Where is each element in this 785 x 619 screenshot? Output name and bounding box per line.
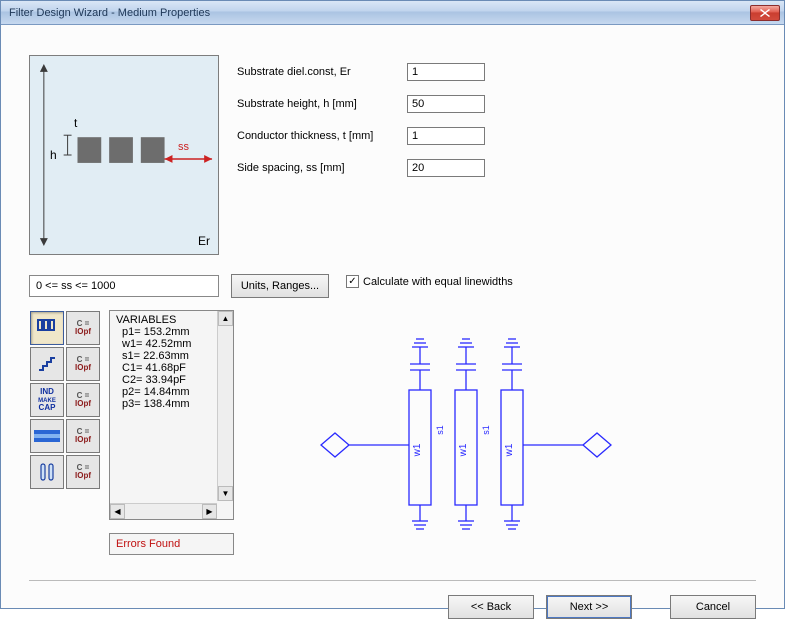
back-button[interactable]: << Back — [448, 595, 534, 619]
schematic-s1-2: s1 — [481, 425, 491, 435]
schematic-w1-2: w1 — [458, 443, 469, 457]
range-text: 0 <= ss <= 1000 — [36, 280, 116, 292]
row-t: Conductor thickness, t [mm] — [237, 125, 485, 147]
diagram-svg — [30, 56, 218, 254]
tool-indcap-icon[interactable]: INDMAKECAP — [30, 383, 64, 417]
label-er: Substrate diel.const, Er — [237, 66, 407, 78]
tool-cap-1-icon[interactable]: C =IOpf — [66, 311, 100, 345]
schematic-s1-1: s1 — [435, 425, 445, 435]
diagram-h-label: h — [50, 148, 57, 162]
cross-section-diagram: t h ss Er — [29, 55, 219, 255]
wizard-window: Filter Design Wizard - Medium Properties — [0, 0, 785, 609]
variables-title: VARIABLES — [116, 314, 227, 326]
variables-scrollbar-h[interactable]: ◀ ▶ — [110, 503, 217, 519]
content-area: t h ss Er Substrate diel.const, Er Subst… — [1, 25, 784, 608]
titlebar: Filter Design Wizard - Medium Properties — [1, 1, 784, 25]
footer-separator — [29, 580, 756, 581]
footer-buttons: << Back Next >> Cancel — [448, 595, 756, 619]
schematic-w1-1: w1 — [412, 443, 423, 457]
row-ss: Side spacing, ss [mm] — [237, 157, 485, 179]
label-t: Conductor thickness, t [mm] — [237, 130, 407, 142]
diagram-t-label: t — [74, 116, 77, 130]
calc-equal-row: ✓ Calculate with equal linewidths — [346, 275, 513, 288]
var-line: p3= 138.4mm — [116, 398, 227, 410]
diagram-er-label: Er — [198, 234, 210, 248]
var-line: w1= 42.52mm — [116, 338, 227, 350]
tool-stripline-icon[interactable] — [30, 419, 64, 453]
var-line: p1= 153.2mm — [116, 326, 227, 338]
errors-text: Errors Found — [116, 538, 180, 550]
close-button[interactable] — [750, 5, 780, 21]
var-line: p2= 14.84mm — [116, 386, 227, 398]
scroll-up-icon[interactable]: ▲ — [218, 311, 233, 326]
tool-cap-2-icon[interactable]: C =IOpf — [66, 347, 100, 381]
var-line: C2= 33.94pF — [116, 374, 227, 386]
var-line: s1= 22.63mm — [116, 350, 227, 362]
label-h: Substrate height, h [mm] — [237, 98, 407, 110]
tool-resonator-icon[interactable] — [30, 455, 64, 489]
calc-equal-checkbox[interactable]: ✓ — [346, 275, 359, 288]
tool-cap-4-icon[interactable]: C =IOpf — [66, 419, 100, 453]
scroll-left-icon[interactable]: ◀ — [110, 504, 125, 519]
variables-list: VARIABLES p1= 153.2mm w1= 42.52mm s1= 22… — [110, 311, 233, 501]
range-display: 0 <= ss <= 1000 — [29, 275, 219, 297]
var-line: C1= 41.68pF — [116, 362, 227, 374]
label-ss: Side spacing, ss [mm] — [237, 162, 407, 174]
schematic-w1-3: w1 — [504, 443, 515, 457]
tool-combline-icon[interactable] — [30, 311, 64, 345]
errors-panel: Errors Found — [109, 533, 234, 555]
tool-cap-3-icon[interactable]: C =IOpf — [66, 383, 100, 417]
cancel-button[interactable]: Cancel — [670, 595, 756, 619]
row-er: Substrate diel.const, Er — [237, 61, 485, 83]
input-t[interactable] — [407, 127, 485, 145]
variables-panel: VARIABLES p1= 153.2mm w1= 42.52mm s1= 22… — [109, 310, 234, 520]
input-h[interactable] — [407, 95, 485, 113]
tool-indcap-label: INDMAKECAP — [38, 388, 56, 412]
tool-cap-5-icon[interactable]: C =IOpf — [66, 455, 100, 489]
scroll-down-icon[interactable]: ▼ — [218, 486, 233, 501]
tool-stepped-icon[interactable] — [30, 347, 64, 381]
scroll-right-icon[interactable]: ▶ — [202, 504, 217, 519]
calc-equal-label: Calculate with equal linewidths — [363, 276, 513, 288]
tool-palette: C =IOpf C =IOpf INDMAKECAP C =IOpf — [29, 310, 104, 490]
units-ranges-label: Units, Ranges... — [241, 280, 319, 292]
row-h: Substrate height, h [mm] — [237, 93, 485, 115]
schematic-preview: w1 w1 w1 s1 s1 — [301, 315, 631, 555]
variables-scrollbar-v[interactable]: ▲ ▼ — [217, 311, 233, 501]
input-er[interactable] — [407, 63, 485, 81]
next-button[interactable]: Next >> — [546, 595, 632, 619]
window-title: Filter Design Wizard - Medium Properties — [9, 7, 750, 19]
diagram-ss-label: ss — [178, 141, 189, 153]
input-ss[interactable] — [407, 159, 485, 177]
units-ranges-button[interactable]: Units, Ranges... — [231, 274, 329, 298]
